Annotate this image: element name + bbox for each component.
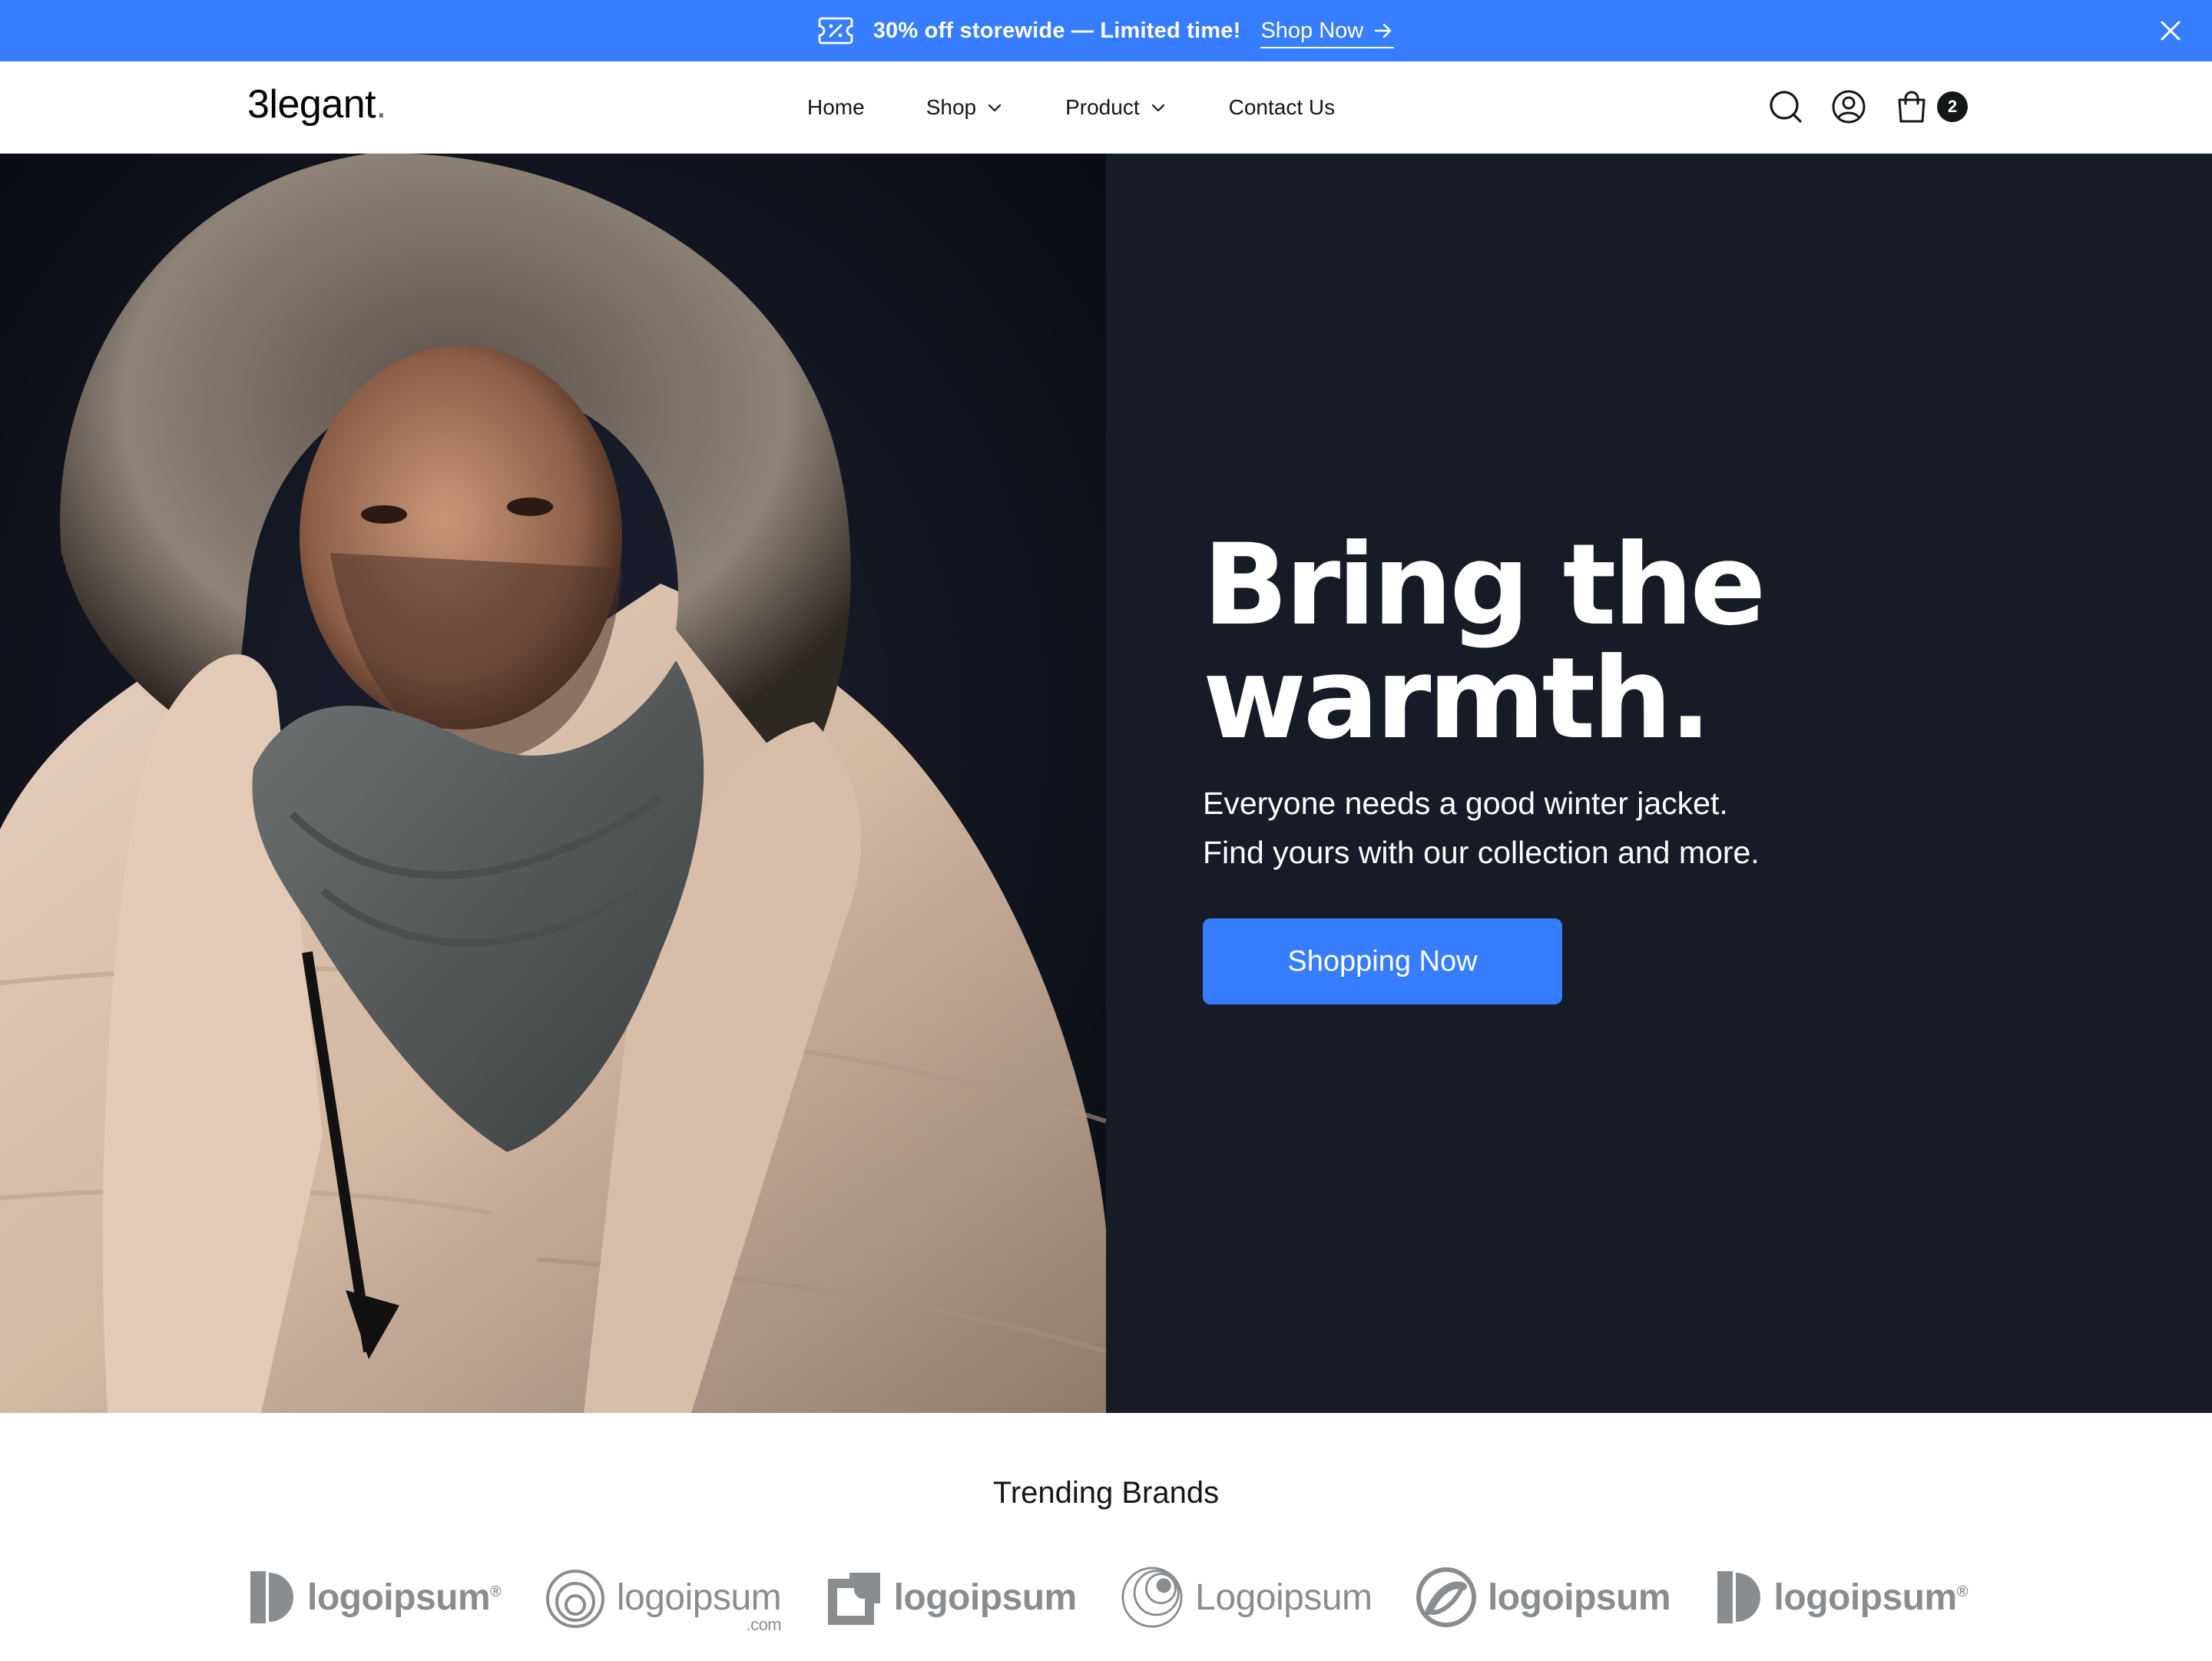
brand-mark-sphere-icon [1121, 1567, 1183, 1628]
main-nav: Home Shop Product Contact Us [807, 95, 1396, 120]
brand-domain-suffix: .com [746, 1614, 782, 1634]
nav-shop-label: Shop [926, 95, 977, 119]
search-icon [1770, 91, 1802, 123]
brand-name: logoipsum [893, 1577, 1078, 1618]
brand-logo-3[interactable]: logoipsum [825, 1567, 1077, 1628]
announcement-cta-label: Shop Now [1260, 18, 1364, 43]
hero-photo-man-in-parka [0, 154, 1106, 1413]
hero-title: Bring the warmth. [1203, 528, 2048, 756]
shopping-bag-icon [1898, 91, 1926, 123]
brand-logos: logoipsum® logoipsum .com logoipsum Logoi… [247, 1559, 1968, 1636]
brand-name: logoipsum .com [616, 1577, 782, 1634]
brand-name-text: logoipsum [616, 1577, 782, 1618]
trending-brands-title: Trending Brands [992, 1476, 1220, 1510]
brand-name-text: logoipsum [1773, 1577, 1958, 1618]
user-circle-icon [1832, 90, 1866, 124]
hero-title-line1: Bring the [1203, 520, 1766, 650]
chevron-down-icon [988, 104, 1002, 112]
hero-image [0, 154, 1106, 1413]
brand-logo-4[interactable]: Logoipsum [1120, 1567, 1373, 1628]
brand-registered-mark: ® [1956, 1583, 1969, 1600]
nav-home[interactable]: Home [807, 95, 865, 120]
hero-copy: Bring the warmth. Everyone needs a good … [1203, 528, 2048, 1004]
cart-icon-wrap [1894, 89, 1929, 124]
site-header: 3legant. Home Shop Product Contact Us 2 [0, 61, 2212, 154]
announcement-content: 30% off storewide — Limited time! Shop N… [818, 14, 1395, 48]
brand-name-text: logoipsum [307, 1577, 491, 1618]
brand-logo-6[interactable]: logoipsum® [1714, 1567, 1968, 1628]
brand-logo-1[interactable]: logoipsum® [247, 1567, 502, 1628]
hero-subtitle-line2: Find yours with our collection and more. [1203, 835, 1760, 870]
brand-mark-half-circle-icon [1717, 1571, 1760, 1623]
close-icon[interactable] [2157, 17, 2184, 45]
header-actions: 2 [1768, 89, 1968, 124]
arrow-right-icon [1375, 23, 1392, 38]
announcement-bar: 30% off storewide — Limited time! Shop N… [0, 0, 2212, 61]
site-logo[interactable]: 3legant. [247, 81, 387, 127]
logo-text: 3legant [247, 82, 376, 127]
brand-name: logoipsum® [1773, 1577, 1969, 1619]
logo-dot: . [376, 82, 387, 127]
brand-mark-square-icon [827, 1573, 880, 1625]
hero-subtitle: Everyone needs a good winter jacket. Fin… [1203, 779, 1833, 877]
brand-name: logoipsum [1487, 1577, 1671, 1618]
announcement-shop-now-link[interactable]: Shop Now [1260, 18, 1395, 48]
nav-shop[interactable]: Shop [926, 95, 1004, 120]
shopping-now-button[interactable]: Shopping Now [1203, 918, 1562, 1004]
ticket-percent-icon [818, 17, 853, 45]
announcement-message: 30% off storewide — Limited time! [873, 18, 1241, 43]
brand-name: logoipsum® [307, 1577, 502, 1619]
brand-registered-mark: ® [490, 1583, 502, 1600]
brand-mark-swirl-icon [1416, 1567, 1476, 1627]
nav-product-label: Product [1065, 95, 1140, 119]
search-button[interactable] [1768, 89, 1803, 124]
nav-home-label: Home [807, 95, 865, 119]
nav-product[interactable]: Product [1065, 95, 1167, 120]
nav-contact[interactable]: Contact Us [1229, 95, 1336, 120]
brand-logo-2[interactable]: logoipsum .com [545, 1567, 782, 1634]
cart-count-badge: 2 [1937, 91, 1968, 122]
nav-contact-label: Contact Us [1228, 95, 1336, 119]
cart-button[interactable]: 2 [1894, 89, 1968, 124]
hero-section: Bring the warmth. Everyone needs a good … [0, 154, 2212, 1413]
brand-mark-spiral-icon [545, 1570, 604, 1628]
chevron-down-icon [1151, 104, 1164, 112]
hero-title-line2: warmth. [1203, 634, 1712, 764]
hero-subtitle-line1: Everyone needs a good winter jacket. [1203, 786, 1728, 821]
account-button[interactable] [1831, 89, 1866, 124]
brand-name: Logoipsum [1195, 1577, 1373, 1618]
brand-mark-half-circle-icon [250, 1571, 293, 1623]
brand-logo-5[interactable]: logoipsum [1416, 1567, 1671, 1628]
